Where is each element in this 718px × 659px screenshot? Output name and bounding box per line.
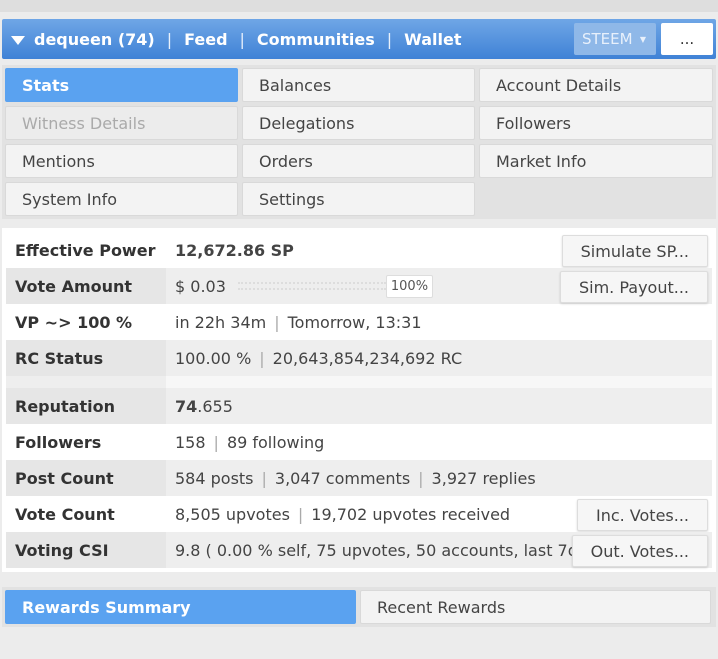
separator: |: [274, 312, 280, 332]
separator: |: [213, 432, 219, 452]
reputation-whole: 74: [175, 396, 198, 416]
menu-item-account-details[interactable]: Account Details: [479, 68, 713, 102]
posts-count: 584 posts: [175, 468, 254, 488]
comments-count: 3,047 comments: [274, 468, 411, 488]
vp-row: VP ~> 100 % in 22h 34m | Tomorrow, 13:31: [6, 304, 712, 340]
top-strip: [0, 0, 718, 12]
reputation-label: Reputation: [6, 388, 166, 424]
inc-votes-button[interactable]: Inc. Votes...: [576, 499, 708, 531]
vote-weight-percent: 100%: [385, 274, 434, 298]
more-button[interactable]: ...: [661, 23, 713, 55]
effective-power-label: Effective Power: [6, 232, 166, 268]
following-count: 89 following: [226, 432, 325, 452]
separator: |: [239, 29, 245, 49]
communities-link[interactable]: Communities: [257, 30, 375, 49]
vp-value: in 22h 34m | Tomorrow, 13:31: [166, 304, 712, 340]
page: dequeen (74) | Feed | Communities | Wall…: [2, 19, 716, 627]
menu-item-mentions[interactable]: Mentions: [5, 144, 238, 178]
reputation-row: Reputation 74.655: [6, 388, 712, 424]
vote-count-row: Vote Count 8,505 upvotes | 19,702 upvotes …: [6, 496, 712, 532]
stats-panel: Effective Power 12,672.86 SP Simulate SP…: [2, 228, 716, 572]
reputation-fraction: .655: [197, 396, 233, 416]
tab-rewards-summary[interactable]: Rewards Summary: [5, 590, 356, 624]
menu-item-orders[interactable]: Orders: [242, 144, 475, 178]
followers-value: 158 | 89 following: [166, 424, 712, 460]
separator: |: [259, 348, 265, 368]
menu-item-witness-details: Witness Details: [5, 106, 238, 140]
menu-item-balances[interactable]: Balances: [242, 68, 475, 102]
rc-status-label: RC Status: [6, 340, 166, 376]
menu-item-settings[interactable]: Settings: [242, 182, 475, 216]
menu-item-stats[interactable]: Stats: [5, 68, 238, 102]
reputation-value: 74.655: [166, 388, 712, 424]
sim-payout-button[interactable]: Sim. Payout...: [559, 271, 708, 303]
tab-recent-rewards[interactable]: Recent Rewards: [360, 590, 711, 624]
post-count-label: Post Count: [6, 460, 166, 496]
rc-status-row: RC Status 100.00 % | 20,643,854,234,692 RC: [6, 340, 712, 376]
dropdown-caret-icon[interactable]: [11, 35, 25, 45]
separator: |: [297, 504, 304, 524]
separator: |: [418, 468, 424, 488]
rc-status-value: 100.00 % | 20,643,854,234,692 RC: [166, 340, 712, 376]
upvotes-count: 8,505 upvotes: [175, 504, 290, 524]
post-count-row: Post Count 584 posts | 3,047 comments | 3,92…: [6, 460, 712, 496]
vote-amount-label: Vote Amount: [6, 268, 166, 304]
menu-item-market-info[interactable]: Market Info: [479, 144, 713, 178]
header-bar: dequeen (74) | Feed | Communities | Wall…: [2, 19, 716, 59]
user-link[interactable]: dequeen (74): [34, 30, 155, 49]
followers-row: Followers 158 | 89 following: [6, 424, 712, 460]
chevron-down-icon: ▼: [639, 35, 646, 44]
replies-count: 3,927 replies: [431, 468, 536, 488]
post-count-value: 584 posts | 3,047 comments | 3,927 replies: [166, 460, 712, 496]
effective-power-row: Effective Power 12,672.86 SP Simulate SP…: [6, 232, 712, 268]
rc-percent: 100.00 %: [175, 348, 252, 368]
vp-label: VP ~> 100 %: [6, 304, 166, 340]
feed-link[interactable]: Feed: [184, 30, 227, 49]
spacer: [6, 376, 712, 388]
out-votes-button[interactable]: Out. Votes...: [571, 535, 708, 567]
menu-item-system-info[interactable]: System Info: [5, 182, 238, 216]
vp-when: Tomorrow, 13:31: [287, 312, 422, 332]
vote-amount-row: Vote Amount $ 0.03 100% Sim. Payout...: [6, 268, 712, 304]
followers-label: Followers: [6, 424, 166, 460]
vote-amount: $ 0.03: [175, 276, 226, 296]
currency-value: STEEM: [582, 30, 633, 48]
separator: |: [166, 29, 173, 49]
stats-menu: Stats Balances Account Details Witness D…: [2, 65, 716, 219]
separator: |: [386, 29, 393, 49]
vote-count-label: Vote Count: [6, 496, 166, 532]
vp-time: in 22h 34m: [175, 312, 267, 332]
simulate-sp-button[interactable]: Simulate SP...: [561, 235, 708, 267]
rewards-tabs: Rewards Summary Recent Rewards: [2, 587, 716, 627]
menu-empty-cell: [479, 182, 713, 216]
vote-weight-slider[interactable]: [237, 282, 386, 290]
followers-count: 158: [175, 432, 206, 452]
menu-item-followers[interactable]: Followers: [479, 106, 713, 140]
menu-item-delegations[interactable]: Delegations: [242, 106, 475, 140]
separator: |: [261, 468, 267, 488]
upvotes-received: 19,702 upvotes received: [311, 504, 511, 524]
effective-power-amount: 12,672.86 SP: [175, 240, 294, 260]
voting-csi-row: Voting CSI 9.8 ( 0.00 % self, 75 upvotes…: [6, 532, 712, 568]
voting-csi-label: Voting CSI: [6, 532, 166, 568]
rc-amount: 20,643,854,234,692 RC: [272, 348, 463, 368]
currency-select[interactable]: STEEM ▼: [574, 23, 656, 55]
wallet-link[interactable]: Wallet: [404, 30, 461, 49]
